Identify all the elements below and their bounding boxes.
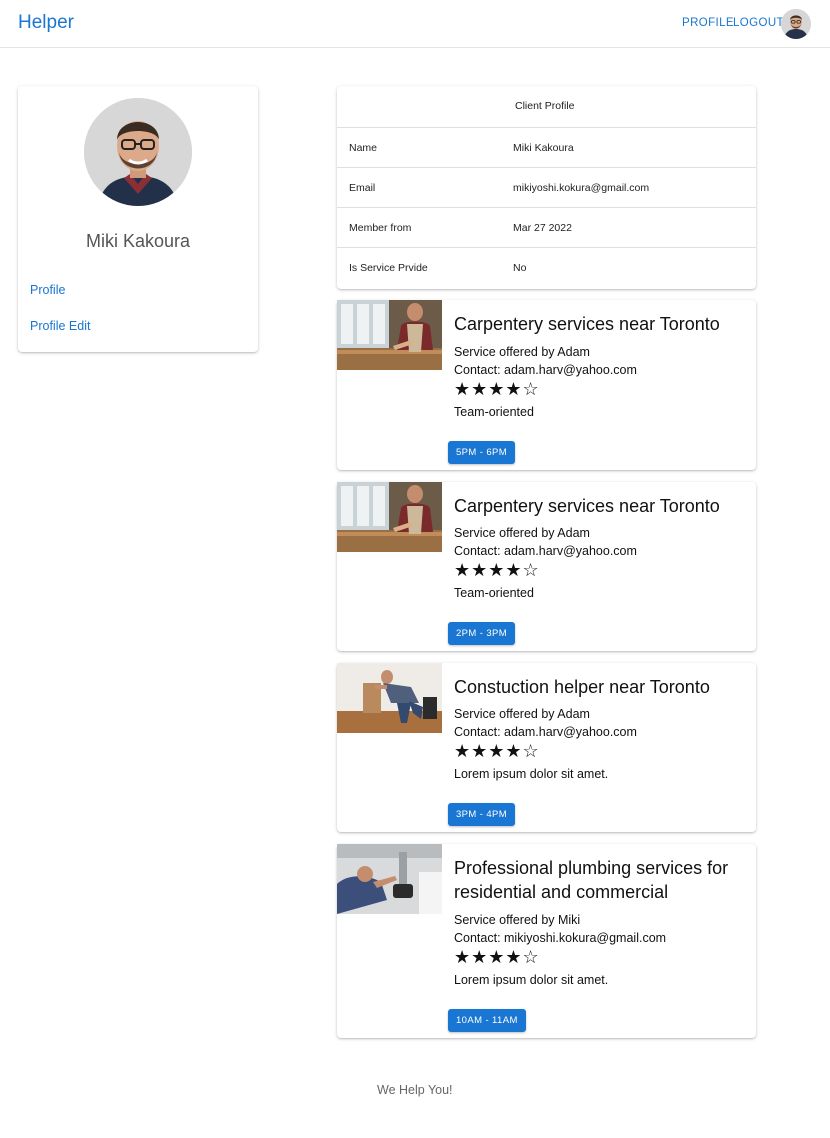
app-bar: Helper PROFILE LOGOUT [0,0,830,48]
profile-name: Miki Kakoura [85,231,191,251]
service-card: Constuction helper near Toronto Service … [337,663,756,832]
star-rating-icon: ★★★★☆ [454,560,540,580]
service-provider: Service offered by Miki [454,913,581,927]
service-title: Carpentery services near Toronto [454,314,720,334]
client-profile-header: Client Profile [337,86,756,128]
client-profile-title: Client Profile [515,100,575,112]
user-avatar-icon[interactable] [781,9,811,39]
construction-worker-photo [337,663,442,733]
row-label: Is Service Prvide [349,262,428,274]
service-title: Carpentery services near Toronto [454,496,720,516]
time-slot-button[interactable]: 3PM - 4PM [448,803,516,826]
star-rating-icon: ★★★★☆ [454,379,540,399]
service-card: Carpentery services near Toronto Service… [337,300,756,470]
row-value: mikiyoshi.kokura@gmail.com [513,182,650,194]
time-slot-button[interactable]: 2PM - 3PM [448,622,516,645]
service-provider: Service offered by Adam [454,526,590,540]
footer-tagline: We Help You! [377,1083,453,1097]
row-value: Miki Kakoura [513,142,574,154]
service-card: Carpentery services near Toronto Service… [337,482,756,651]
carpenter-photo [337,300,442,370]
service-description: Lorem ipsum dolor sit amet. [454,973,609,987]
sidebar-link-profile[interactable]: Profile [30,283,65,297]
service-title: Professional plumbing services for resid… [454,858,729,902]
service-contact: Contact: mikiyoshi.kokura@gmail.com [454,931,667,945]
client-profile-table: Client Profile Name Miki Kakoura Email m… [337,86,756,289]
service-provider: Service offered by Adam [454,345,590,359]
time-slot-button[interactable]: 10AM - 11AM [448,1009,526,1032]
row-value: No [513,262,527,274]
row-label: Member from [349,222,412,234]
service-description: Team-oriented [454,586,534,600]
plumber-photo [337,844,442,914]
profile-sidebar-card: Miki Kakoura Profile Profile Edit [18,86,258,352]
service-contact: Contact: adam.harv@yahoo.com [454,363,637,377]
table-row: Name Miki Kakoura [337,128,756,168]
service-description: Lorem ipsum dolor sit amet. [454,767,609,781]
star-rating-icon: ★★★★☆ [454,947,540,967]
table-row: Is Service Prvide No [337,248,756,288]
table-row: Member from Mar 27 2022 [337,208,756,248]
star-rating-icon: ★★★★☆ [454,741,540,761]
brand-logo[interactable]: Helper [18,12,74,34]
service-description: Team-oriented [454,405,534,419]
row-value: Mar 27 2022 [513,222,572,234]
table-row: Email mikiyoshi.kokura@gmail.com [337,168,756,208]
profile-avatar [84,98,192,206]
service-provider: Service offered by Adam [454,707,590,721]
service-card: Professional plumbing services for resid… [337,844,756,1038]
service-title: Constuction helper near Toronto [454,677,710,697]
service-contact: Contact: adam.harv@yahoo.com [454,544,637,558]
profile-nav-link[interactable]: PROFILE [682,17,734,29]
sidebar-link-profile-edit[interactable]: Profile Edit [30,319,90,333]
carpenter-photo [337,482,442,552]
row-label: Email [349,182,376,194]
service-contact: Contact: adam.harv@yahoo.com [454,725,637,739]
row-label: Name [349,142,378,154]
logout-nav-link[interactable]: LOGOUT [733,17,784,29]
time-slot-button[interactable]: 5PM - 6PM [448,441,516,464]
